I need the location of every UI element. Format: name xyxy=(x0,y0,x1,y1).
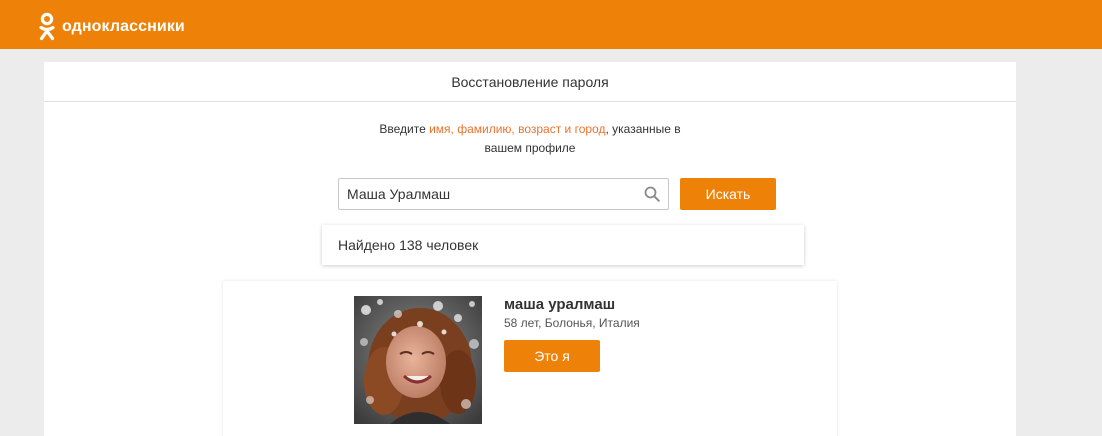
result-card: маша уралмаш 58 лет, Болонья, Италия Это… xyxy=(223,281,837,436)
user-name[interactable]: маша уралмаш xyxy=(504,296,615,313)
search-box xyxy=(338,178,669,210)
ok-logo-icon xyxy=(39,12,55,41)
profile-photo[interactable] xyxy=(354,296,482,424)
instructions-text: Введите имя, фамилию, возраст и город, у… xyxy=(360,120,700,158)
logo[interactable]: одноклассники xyxy=(38,12,185,42)
search-input[interactable] xyxy=(339,179,635,209)
logo-text: одноклассники xyxy=(62,18,185,35)
instructions-highlight: имя, фамилию, возраст и город xyxy=(429,122,606,136)
password-recovery-card: Восстановление пароля Введите имя, фамил… xyxy=(44,62,1016,436)
search-button[interactable]: Искать xyxy=(680,178,776,210)
page-title: Восстановление пароля xyxy=(44,62,1016,102)
top-bar: одноклассники xyxy=(0,0,1102,49)
results-count: Найдено 138 человек xyxy=(322,225,804,265)
user-meta: 58 лет, Болонья, Италия xyxy=(504,316,640,330)
instructions-before: Введите xyxy=(379,122,430,136)
its-me-button[interactable]: Это я xyxy=(504,340,600,372)
search-icon[interactable] xyxy=(644,186,660,202)
